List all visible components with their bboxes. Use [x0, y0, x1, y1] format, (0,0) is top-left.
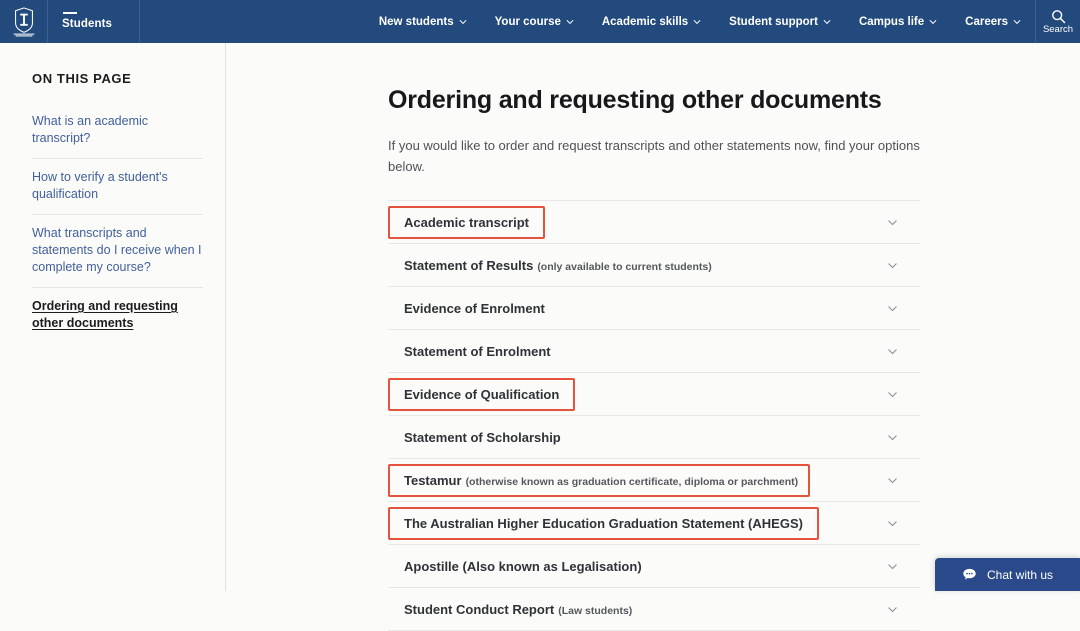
nav-item-label: Student support: [729, 15, 818, 28]
sidebar-item-label[interactable]: How to verify a student's qualification: [32, 159, 203, 214]
header-spacer: [140, 0, 365, 43]
chevron-down-icon[interactable]: [887, 346, 898, 357]
chevron-down-icon: [929, 19, 937, 24]
accordion-row-ahegs[interactable]: The Australian Higher Education Graduati…: [388, 502, 920, 545]
documents-accordion: Academic transcript Statement of Results…: [388, 200, 920, 631]
site-header: Students New students Your course Academ…: [0, 0, 1080, 43]
accordion-row-evidence-of-qualification[interactable]: Evidence of Qualification: [388, 373, 920, 416]
primary-navigation: New students Your course Academic skills…: [365, 0, 1035, 43]
melbourne-crest-icon: [13, 6, 34, 36]
accordion-label-wrap: Apostille (Also known as Legalisation): [388, 550, 658, 583]
chat-bubble-icon: [963, 568, 976, 580]
nav-item-label: Academic skills: [601, 15, 689, 28]
search-icon: [1051, 9, 1065, 23]
sidebar-item-ordering-and-requesting-other-documents[interactable]: Ordering and requesting other documents: [32, 288, 203, 343]
accordion-row-statement-of-results[interactable]: Statement of Results (only available to …: [388, 244, 920, 287]
accordion-label-wrap: Evidence of Qualification: [388, 377, 576, 411]
accordion-title: Statement of Results: [404, 257, 534, 273]
accordion-note: (Law students): [558, 604, 633, 617]
content-inner: Ordering and requesting other documents …: [388, 85, 920, 631]
accordion-title: Academic transcript: [404, 214, 529, 230]
chevron-down-icon[interactable]: [887, 518, 898, 529]
accordion-row-student-conduct-report[interactable]: Student Conduct Report (Law students): [388, 588, 920, 631]
chevron-down-icon[interactable]: [887, 217, 898, 228]
nav-item-new-students[interactable]: New students: [365, 0, 481, 43]
nav-item-academic-skills[interactable]: Academic skills: [588, 0, 715, 43]
search-label: Search: [1042, 23, 1074, 35]
brand-dash: [63, 12, 77, 15]
sidebar-item-what-transcripts-and-statements[interactable]: What transcripts and statements do I rec…: [32, 215, 203, 288]
nav-item-your-course[interactable]: Your course: [481, 0, 588, 43]
nav-item-student-support[interactable]: Student support: [715, 0, 845, 43]
sidebar-item-label[interactable]: What is an academic transcript?: [32, 103, 203, 158]
accordion-title: Evidence of Enrolment: [404, 300, 545, 316]
accordion-row-statement-of-scholarship[interactable]: Statement of Scholarship: [388, 416, 920, 459]
accordion-title: Evidence of Qualification: [404, 386, 560, 402]
accordion-label-wrap: The Australian Higher Education Graduati…: [388, 506, 819, 540]
sidebar-heading: ON THIS PAGE: [32, 71, 132, 86]
chevron-down-icon: [693, 19, 701, 24]
chevron-down-icon[interactable]: [887, 260, 898, 271]
chevron-down-icon: [1013, 19, 1021, 24]
brand-label: Students: [62, 18, 112, 31]
accordion-row-apostille[interactable]: Apostille (Also known as Legalisation): [388, 545, 920, 588]
on-this-page-sidebar: ON THIS PAGE What is an academic transcr…: [0, 43, 226, 591]
nav-item-label: Careers: [965, 15, 1008, 28]
chevron-down-icon: [566, 19, 574, 24]
nav-item-campus-life[interactable]: Campus life: [845, 0, 951, 43]
accordion-title: The Australian Higher Education Graduati…: [404, 515, 803, 531]
accordion-title: Apostille (Also known as Legalisation): [404, 558, 642, 574]
intro-paragraph: If you would like to order and request t…: [388, 138, 920, 174]
accordion-label-wrap: Evidence of Enrolment: [388, 292, 561, 325]
accordion-note: (only available to current students): [537, 260, 712, 273]
nav-item-careers[interactable]: Careers: [951, 0, 1035, 43]
accordion-label-wrap: Testamur (otherwise known as graduation …: [388, 463, 811, 497]
sidebar-item-what-is-an-academic-transcript[interactable]: What is an academic transcript?: [32, 103, 203, 159]
accordion-title: Student Conduct Report: [404, 601, 555, 617]
nav-item-label: New students: [378, 15, 454, 28]
accordion-label-wrap: Statement of Scholarship: [388, 421, 577, 454]
sidebar-item-how-to-verify-a-students-qualification[interactable]: How to verify a student's qualification: [32, 159, 203, 215]
accordion-title: Statement of Enrolment: [404, 343, 551, 359]
brand-students[interactable]: Students: [48, 0, 140, 43]
page-body: ON THIS PAGE What is an academic transcr…: [0, 43, 1080, 631]
accordion-title: Testamur: [404, 472, 462, 488]
nav-item-label: Campus life: [858, 15, 925, 28]
accordion-label-wrap: Statement of Results (only available to …: [388, 249, 724, 282]
accordion-row-evidence-of-enrolment[interactable]: Evidence of Enrolment: [388, 287, 920, 330]
sidebar-item-label[interactable]: Ordering and requesting other documents: [32, 288, 203, 343]
university-logo[interactable]: [0, 0, 48, 43]
accordion-label-wrap: Statement of Enrolment: [388, 335, 567, 368]
chevron-down-icon[interactable]: [887, 475, 898, 486]
nav-item-label: Your course: [494, 15, 561, 28]
chevron-down-icon[interactable]: [887, 389, 898, 400]
chevron-down-icon[interactable]: [887, 303, 898, 314]
search-button[interactable]: Search: [1035, 0, 1080, 43]
accordion-label-wrap: Academic transcript: [388, 205, 545, 239]
chevron-down-icon[interactable]: [887, 432, 898, 443]
sidebar-item-label[interactable]: What transcripts and statements do I rec…: [32, 215, 203, 287]
chevron-down-icon: [823, 19, 831, 24]
chat-with-us-button[interactable]: Chat with us: [935, 558, 1080, 591]
accordion-label-wrap: Student Conduct Report (Law students): [388, 593, 644, 626]
chevron-down-icon: [459, 19, 466, 24]
main-content: Ordering and requesting other documents …: [226, 43, 1080, 631]
chevron-down-icon[interactable]: [887, 561, 898, 572]
accordion-row-statement-of-enrolment[interactable]: Statement of Enrolment: [388, 330, 920, 373]
accordion-note: (otherwise known as graduation certifica…: [465, 475, 799, 488]
page-title: Ordering and requesting other documents: [388, 86, 882, 114]
accordion-row-academic-transcript[interactable]: Academic transcript: [388, 201, 920, 244]
chat-label: Chat with us: [986, 567, 1054, 582]
accordion-row-testamur[interactable]: Testamur (otherwise known as graduation …: [388, 459, 920, 502]
accordion-title: Statement of Scholarship: [404, 429, 561, 445]
chevron-down-icon[interactable]: [887, 604, 898, 615]
table-of-contents: What is an academic transcript? How to v…: [32, 103, 203, 343]
